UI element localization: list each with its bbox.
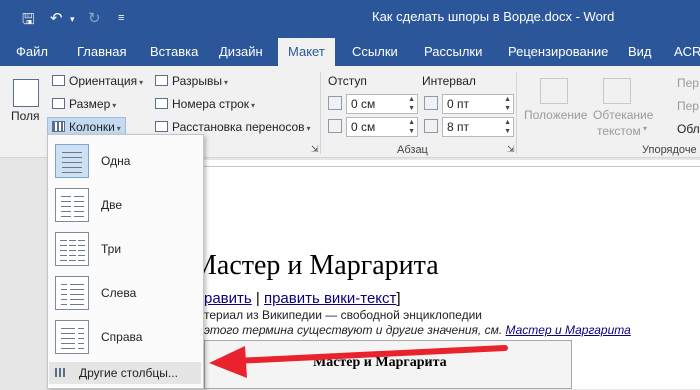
one-column-icon: [55, 144, 89, 178]
columns-option-label: Справа: [101, 330, 143, 344]
chevron-down-icon: ▾: [251, 101, 256, 110]
customize-icon[interactable]: ≡: [118, 12, 124, 24]
line-numbers-button[interactable]: Номера строк ▾: [155, 97, 255, 111]
breaks-icon: [155, 75, 168, 86]
hyphenation-button[interactable]: Расстановка переносов ▾: [155, 120, 311, 134]
columns-option-label: Три: [101, 242, 122, 256]
spacing-before-field[interactable]: 0 пт ▲ ▼: [442, 94, 514, 114]
paragraph-group-title: Абзац: [397, 144, 428, 156]
ruler: [204, 166, 700, 174]
spinner-arrows-icon[interactable]: ▲ ▼: [408, 118, 415, 136]
indent-left-field[interactable]: 0 см ▲ ▼: [346, 94, 418, 114]
left-column-icon: [55, 276, 89, 310]
columns-option-left[interactable]: Слева: [49, 272, 201, 316]
more-columns-button[interactable]: Другие столбцы...: [49, 362, 201, 384]
more-columns-label: Другие столбцы...: [79, 366, 178, 380]
tab-references[interactable]: Ссылки: [352, 44, 398, 59]
tab-review[interactable]: Рецензирование: [508, 44, 608, 59]
wrap-text-button: Обтекание: [593, 108, 654, 122]
document-subtitle: териал из Википедии — свободной энциклоп…: [204, 308, 482, 322]
chevron-down-icon: ▾: [116, 124, 121, 133]
spinner-arrows-icon[interactable]: ▲ ▼: [408, 95, 415, 113]
spacing-after-field[interactable]: 8 пт ▲ ▼: [442, 117, 514, 137]
columns-option-one[interactable]: Одна: [49, 140, 201, 184]
paragraph-launcher-icon[interactable]: ⇲: [507, 144, 515, 155]
tab-acrobat[interactable]: ACRO: [674, 44, 700, 59]
document-heading: Мастер и Маргарита: [192, 250, 439, 281]
columns-icon: [55, 368, 67, 377]
chevron-down-icon: ▾: [112, 101, 117, 110]
indent-right-icon: [328, 119, 342, 133]
two-columns-icon: [55, 188, 89, 222]
tab-mailings[interactable]: Рассылки: [424, 44, 482, 59]
wrap-text-button-line2: текстом: [597, 124, 641, 138]
group-divider: [320, 72, 321, 154]
orientation-button[interactable]: Ориентация ▾: [52, 74, 143, 88]
selection-pane-button[interactable]: Обл: [677, 122, 700, 136]
hatnote-link[interactable]: Мастер и Маргарита: [505, 323, 630, 337]
tab-insert[interactable]: Вставка: [150, 44, 198, 59]
edit-link[interactable]: равить: [204, 290, 252, 307]
tab-file[interactable]: Файл: [16, 44, 48, 59]
group-divider: [516, 72, 517, 154]
indent-left-icon: [328, 96, 342, 110]
edit-links: равить | править вики-текст]: [204, 290, 401, 307]
page-setup-launcher-icon[interactable]: ⇲: [311, 144, 319, 155]
spinner-arrows-icon[interactable]: ▲ ▼: [504, 118, 511, 136]
columns-option-label: Одна: [101, 154, 131, 168]
indent-right-field[interactable]: 0 см ▲ ▼: [346, 117, 418, 137]
tab-design[interactable]: Дизайн: [219, 44, 263, 59]
chevron-down-icon: ▾: [643, 124, 648, 133]
margins-label[interactable]: Поля: [11, 109, 40, 123]
chevron-down-icon: ▾: [223, 78, 228, 87]
spacing-before-icon: [424, 96, 438, 110]
wrap-text-icon: [603, 78, 631, 104]
tab-view[interactable]: Вид: [628, 44, 652, 59]
chevron-down-icon: ▾: [139, 78, 144, 87]
spinner-arrows-icon[interactable]: ▲ ▼: [504, 95, 511, 113]
hyphenation-icon: [155, 121, 168, 132]
columns-option-three[interactable]: Три: [49, 228, 201, 272]
undo-dropdown-icon[interactable]: ▾: [70, 14, 75, 25]
redo-icon: ↻: [88, 10, 101, 27]
arrange-group-title: Упорядоче: [642, 144, 697, 156]
title-bar: 🖫 ↶ ▾ ↻ ≡ Как сделать шпоры в Ворде.docx…: [0, 0, 700, 36]
columns-option-label: Две: [101, 198, 123, 212]
right-column-icon: [55, 320, 89, 354]
columns-option-two[interactable]: Две: [49, 184, 201, 228]
undo-icon[interactable]: ↶: [50, 9, 63, 27]
columns-icon: [52, 121, 65, 132]
columns-option-label: Слева: [101, 286, 137, 300]
three-columns-icon: [55, 232, 89, 266]
window-title: Как сделать шпоры в Ворде.docx - Word: [372, 9, 615, 24]
tab-layout[interactable]: Макет: [278, 38, 335, 66]
line-numbers-icon: [155, 98, 168, 109]
annotation-arrow: [209, 345, 508, 378]
position-button: Положение: [524, 108, 588, 122]
spacing-after-icon: [424, 119, 438, 133]
size-button[interactable]: Размер ▾: [52, 97, 116, 111]
breaks-button[interactable]: Разрывы ▾: [155, 74, 228, 88]
columns-option-right[interactable]: Справа: [49, 316, 201, 360]
indent-label: Отступ: [328, 74, 367, 88]
tab-home[interactable]: Главная: [77, 44, 126, 59]
save-icon[interactable]: 🖫: [22, 9, 35, 34]
position-icon: [540, 78, 568, 104]
margins-icon[interactable]: [13, 79, 39, 107]
send-backward-button: Пер: [677, 99, 699, 113]
edit-wikitext-link[interactable]: править вики-текст: [264, 290, 396, 307]
ribbon-tabs: Файл Главная Вставка Дизайн Макет Ссылки…: [0, 36, 700, 66]
size-icon: [52, 98, 65, 109]
spacing-label: Интервал: [422, 74, 476, 88]
chevron-down-icon: ▾: [306, 124, 311, 133]
bring-forward-button: Пер: [677, 76, 699, 90]
orientation-icon: [52, 75, 65, 86]
